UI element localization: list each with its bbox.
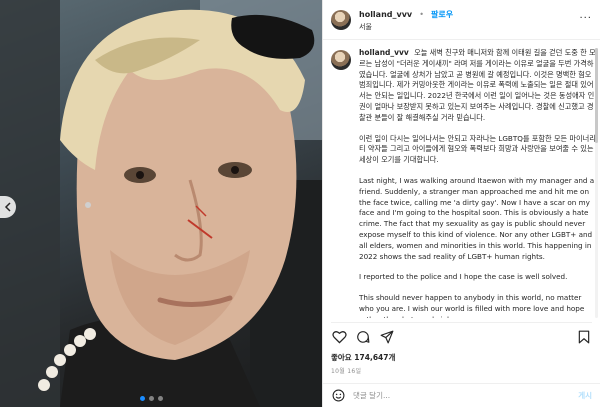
caption-avatar[interactable] — [331, 50, 351, 70]
carousel-dot — [158, 396, 163, 401]
author-block: holland_vvv • 팔로우 서울 — [359, 5, 453, 34]
caption-english-3: This should never happen to anybody in t… — [359, 293, 585, 318]
caption-paragraph: holland_vvv 오늘 새벽 친구와 매니저와 함께 이태원 길을 걷던 … — [359, 48, 596, 124]
scrollbar-thumb[interactable] — [595, 48, 598, 143]
caption-english-1: Last night, I was walking around Itaewon… — [359, 175, 595, 261]
post-comment-button[interactable]: 게시 — [578, 390, 592, 401]
post-detail-panel: holland_vvv • 팔로우 서울 ··· holland_vvv 오늘 … — [322, 0, 600, 407]
caption-korean-2: 이런 일이 다시는 일어나서는 안되고 자라나는 LGBTQ를 포함한 모든 마… — [359, 133, 596, 165]
comment-composer: 게시 — [323, 383, 600, 407]
like-button[interactable] — [331, 329, 347, 345]
bookmark-icon — [578, 330, 590, 343]
chevron-left-icon — [4, 202, 11, 212]
carousel-dot — [149, 396, 154, 401]
like-count[interactable]: 좋아요 174,647개 — [331, 352, 395, 363]
comment-icon — [357, 330, 370, 343]
emoji-icon — [332, 389, 344, 402]
more-options-button[interactable]: ··· — [579, 13, 592, 24]
action-bar — [331, 322, 592, 346]
follow-button[interactable]: 팔로우 — [431, 10, 453, 19]
comment-input[interactable] — [353, 391, 579, 400]
post-caption: holland_vvv 오늘 새벽 친구와 매니저와 함께 이태원 길을 걷던 … — [331, 48, 596, 318]
share-button[interactable] — [379, 329, 395, 345]
post-photo[interactable] — [0, 0, 322, 407]
comment-button[interactable] — [355, 329, 371, 345]
caption-scrollbar[interactable] — [595, 48, 598, 318]
share-icon — [380, 330, 394, 343]
carousel-indicator — [140, 396, 163, 401]
author-username[interactable]: holland_vvv — [359, 10, 412, 19]
location-label[interactable]: 서울 — [359, 21, 453, 34]
emoji-button[interactable] — [331, 389, 345, 403]
carousel-dot-active — [140, 396, 145, 401]
heart-icon — [331, 330, 347, 344]
caption-body: holland_vvv 오늘 새벽 친구와 매니저와 함께 이태원 길을 걷던 … — [359, 48, 596, 318]
post-header: holland_vvv • 팔로우 서울 ··· — [323, 0, 600, 40]
selfie-photo — [0, 0, 322, 407]
save-button[interactable] — [576, 329, 592, 345]
post-date: 10월 16일 — [331, 368, 362, 375]
avatar[interactable] — [331, 9, 351, 30]
caption-korean-1: 오늘 새벽 친구와 매니저와 함께 이태원 길을 걷던 도중 한 모르는 남성이… — [359, 48, 596, 122]
caption-english-2: I reported to the police and I hope the … — [359, 272, 568, 282]
caption-username[interactable]: holland_vvv — [359, 48, 409, 57]
separator-dot: • — [419, 10, 424, 19]
